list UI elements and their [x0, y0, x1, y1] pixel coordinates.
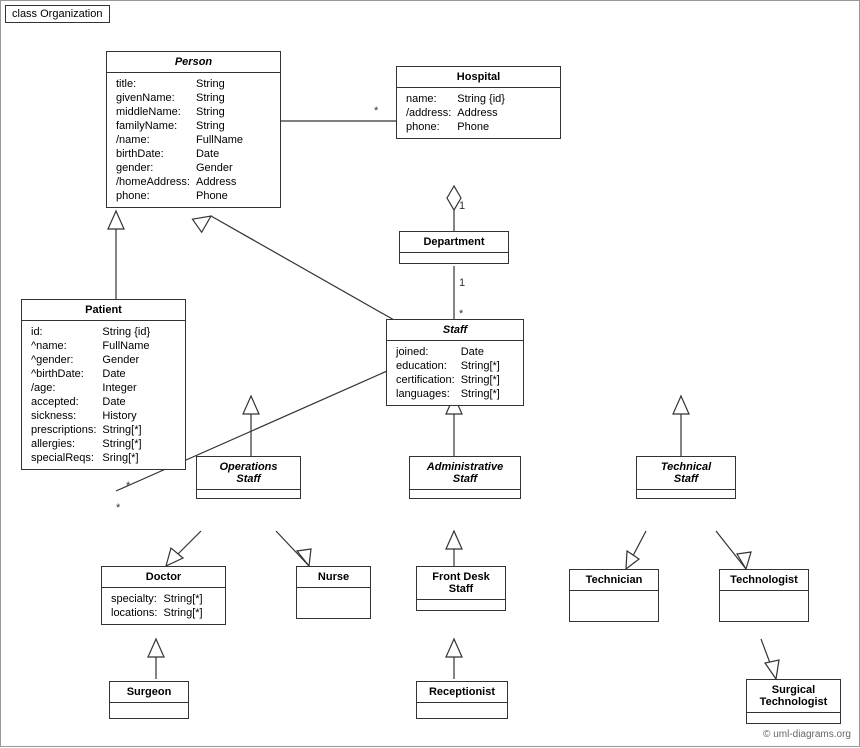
technologist-header: Technologist — [720, 570, 808, 591]
uml-diagram: class Organization * * 1 * 1 * — [0, 0, 860, 747]
front-desk-staff-class: Front DeskStaff — [416, 566, 506, 611]
person-header: Person — [107, 52, 280, 73]
staff-body: joined:Date education:String[*] certific… — [387, 341, 523, 405]
svg-text:*: * — [374, 105, 379, 117]
administrative-staff-body — [410, 490, 520, 498]
technologist-body — [720, 591, 808, 621]
front-desk-staff-header: Front DeskStaff — [417, 567, 505, 600]
department-class: Department — [399, 231, 509, 264]
hospital-body: name:String {id} /address:Address phone:… — [397, 88, 560, 138]
receptionist-body — [417, 703, 507, 718]
surgical-technologist-class: SurgicalTechnologist — [746, 679, 841, 724]
front-desk-staff-body — [417, 600, 505, 610]
surgeon-class: Surgeon — [109, 681, 189, 719]
person-body: title:String givenName:String middleName… — [107, 73, 280, 207]
administrative-staff-class: AdministrativeStaff — [409, 456, 521, 499]
surgeon-header: Surgeon — [110, 682, 188, 703]
surgical-technologist-body — [747, 713, 840, 723]
surgical-technologist-header: SurgicalTechnologist — [747, 680, 840, 713]
receptionist-class: Receptionist — [416, 681, 508, 719]
diagram-title: class Organization — [5, 5, 110, 23]
operations-staff-body — [197, 490, 300, 498]
surgeon-body — [110, 703, 188, 718]
doctor-header: Doctor — [102, 567, 225, 588]
administrative-staff-header: AdministrativeStaff — [410, 457, 520, 490]
technician-body — [570, 591, 658, 621]
svg-text:1: 1 — [459, 200, 465, 212]
nurse-class: Nurse — [296, 566, 371, 619]
technician-class: Technician — [569, 569, 659, 622]
hospital-class: Hospital name:String {id} /address:Addre… — [396, 66, 561, 139]
department-header: Department — [400, 232, 508, 253]
hospital-header: Hospital — [397, 67, 560, 88]
nurse-header: Nurse — [297, 567, 370, 588]
svg-text:*: * — [126, 480, 131, 492]
department-body — [400, 253, 508, 263]
operations-staff-header: OperationsStaff — [197, 457, 300, 490]
svg-text:1: 1 — [459, 277, 465, 289]
technical-staff-header: TechnicalStaff — [637, 457, 735, 490]
doctor-class: Doctor specialty:String[*] locations:Str… — [101, 566, 226, 625]
copyright: © uml-diagrams.org — [763, 729, 851, 740]
doctor-body: specialty:String[*] locations:String[*] — [102, 588, 225, 624]
staff-header: Staff — [387, 320, 523, 341]
nurse-body — [297, 588, 370, 618]
technologist-class: Technologist — [719, 569, 809, 622]
patient-class: Patient id:String {id} ^name:FullName ^g… — [21, 299, 186, 470]
svg-text:*: * — [116, 502, 121, 514]
receptionist-header: Receptionist — [417, 682, 507, 703]
person-class: Person title:String givenName:String mid… — [106, 51, 281, 208]
patient-header: Patient — [22, 300, 185, 321]
technician-header: Technician — [570, 570, 658, 591]
staff-class: Staff joined:Date education:String[*] ce… — [386, 319, 524, 406]
technical-staff-body — [637, 490, 735, 498]
technical-staff-class: TechnicalStaff — [636, 456, 736, 499]
patient-body: id:String {id} ^name:FullName ^gender:Ge… — [22, 321, 185, 469]
operations-staff-class: OperationsStaff — [196, 456, 301, 499]
